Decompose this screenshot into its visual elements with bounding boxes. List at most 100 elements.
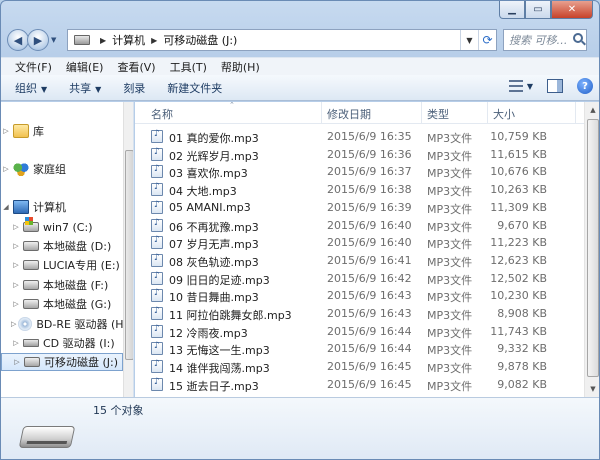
expand-arrow-icon[interactable]: ▷ — [11, 281, 21, 289]
mp3-file-icon — [151, 341, 163, 356]
table-row[interactable]: 12 冷雨夜.mp3 2015/6/9 16:44 MP3文件 11,743 KB — [135, 323, 575, 341]
nav-item-computer[interactable]: ◢ 计算机 — [1, 198, 123, 216]
drive-icon — [74, 35, 90, 45]
file-name: 02 光辉岁月.mp3 — [169, 149, 259, 163]
expand-arrow-icon[interactable]: ▷ — [11, 300, 21, 308]
table-row[interactable]: 11 阿拉伯跳舞女郎.mp3 2015/6/9 16:43 MP3文件 8,908 K… — [135, 305, 575, 323]
column-divider[interactable] — [575, 102, 576, 124]
table-row[interactable]: 04 大地.mp3 2015/6/9 16:38 MP3文件 10,263 KB — [135, 181, 575, 199]
column-header-date[interactable]: 修改日期 — [327, 106, 371, 122]
nav-item-drive-d[interactable]: ▷ 本地磁盘 (D:) — [1, 237, 123, 255]
file-size: 11,615 KB — [490, 147, 547, 161]
file-name: 10 昔日舞曲.mp3 — [169, 291, 259, 305]
mp3-file-icon — [151, 253, 163, 267]
scroll-down-icon[interactable]: ▼ — [585, 381, 599, 397]
table-row[interactable]: 05 AMANI.mp3 2015/6/9 16:39 MP3文件 11,309 KB — [135, 199, 575, 217]
nav-item-drive-c[interactable]: ▷ win7 (C:) — [1, 217, 123, 236]
nav-item-drive-j[interactable]: ▷ 可移动磁盘 (J:) — [1, 353, 123, 371]
column-header-size[interactable]: 大小 — [493, 106, 515, 122]
nav-item-library[interactable]: ▷ 库 — [1, 122, 123, 140]
organize-button[interactable]: 组织 ▼ — [15, 80, 47, 96]
expand-arrow-icon[interactable]: ▷ — [12, 358, 22, 366]
nav-item-drive-e[interactable]: ▷ LUCIA专用 (E:) — [1, 256, 123, 274]
nav-item-drive-g[interactable]: ▷ 本地磁盘 (G:) — [1, 295, 123, 313]
nav-item-drive-i[interactable]: ▷ CD 驱动器 (I:) — [1, 334, 123, 352]
file-list-scrollbar[interactable]: ▲ ▼ — [584, 102, 599, 397]
file-size: 10,263 KB — [490, 183, 547, 197]
file-date: 2015/6/9 16:40 — [327, 218, 412, 232]
usb-drive-icon — [24, 357, 40, 367]
menu-view[interactable]: 查看(V) — [117, 59, 155, 75]
burn-button[interactable]: 刻录 — [123, 80, 145, 96]
file-name: 07 岁月无声.mp3 — [169, 238, 259, 252]
nav-scroll-thumb[interactable] — [125, 150, 133, 360]
drive-icon — [23, 260, 39, 270]
table-row[interactable]: 15 逝去日子.mp3 2015/6/9 16:45 MP3文件 9,082 KB — [135, 376, 575, 394]
column-header-name[interactable]: 名称 — [151, 106, 173, 122]
table-row[interactable]: 06 不再犹豫.mp3 2015/6/9 16:40 MP3文件 9,670 KB — [135, 217, 575, 235]
menu-file[interactable]: 文件(F) — [15, 59, 52, 75]
table-row[interactable]: 02 光辉岁月.mp3 2015/6/9 16:36 MP3文件 11,615 KB — [135, 146, 575, 164]
view-list-icon[interactable] — [508, 80, 523, 92]
mp3-file-icon — [151, 235, 163, 250]
collapse-arrow-icon[interactable]: ◢ — [1, 203, 11, 211]
file-date: 2015/6/9 16:37 — [327, 165, 412, 179]
menu-help[interactable]: 帮助(H) — [221, 59, 260, 75]
back-button[interactable]: ◀ — [7, 29, 29, 51]
expand-arrow-icon[interactable]: ▷ — [11, 223, 21, 231]
library-icon — [13, 124, 29, 138]
file-list: ⌃ 名称 修改日期 类型 大小 01 真的爱你.mp3 2015/6/9 16:3… — [135, 102, 599, 397]
close-button[interactable]: ✕ — [551, 1, 593, 19]
address-tail: ▼ ⟳ — [460, 30, 496, 50]
breadcrumb-computer[interactable]: 计算机 — [112, 32, 145, 48]
table-row[interactable]: 14 谁伴我闯荡.mp3 2015/6/9 16:45 MP3文件 9,878 KB — [135, 358, 575, 376]
new-folder-button[interactable]: 新建文件夹 — [167, 80, 222, 96]
table-row[interactable]: 09 旧日的足迹.mp3 2015/6/9 16:42 MP3文件 12,502 KB — [135, 270, 575, 288]
nav-item-drive-h[interactable]: ▷ BD-RE 驱动器 (H:) — [1, 315, 132, 333]
nav-item-drive-f[interactable]: ▷ 本地磁盘 (F:) — [1, 276, 123, 294]
column-divider[interactable] — [421, 102, 422, 124]
nav-item-homegroup[interactable]: ▷ 家庭组 — [1, 160, 123, 178]
file-type: MP3文件 — [427, 326, 473, 340]
view-dropdown-icon[interactable]: ▼ — [527, 82, 533, 91]
table-row[interactable]: 10 昔日舞曲.mp3 2015/6/9 16:43 MP3文件 10,230 KB — [135, 287, 575, 305]
table-row[interactable]: 13 无悔这一生.mp3 2015/6/9 16:44 MP3文件 9,332 KB — [135, 340, 575, 358]
breadcrumb-separator-icon[interactable]: ▶ — [151, 36, 157, 45]
maximize-button[interactable]: ▭ — [525, 1, 551, 19]
nav-scrollbar[interactable] — [123, 102, 133, 397]
file-list-scroll-thumb[interactable] — [587, 119, 599, 377]
table-row[interactable]: 01 真的爱你.mp3 2015/6/9 16:35 MP3文件 10,759 KB — [135, 128, 575, 146]
search-input[interactable]: 搜索 可移… — [503, 29, 587, 51]
column-divider[interactable] — [321, 102, 322, 124]
breadcrumb-separator-icon[interactable]: ▶ — [100, 36, 106, 45]
column-divider[interactable] — [487, 102, 488, 124]
menu-tools[interactable]: 工具(T) — [170, 59, 207, 75]
table-row[interactable]: 08 灰色轨迹.mp3 2015/6/9 16:41 MP3文件 12,623 KB — [135, 252, 575, 270]
expand-arrow-icon[interactable]: ▷ — [1, 127, 11, 135]
share-button[interactable]: 共享 ▼ — [69, 80, 101, 96]
expand-arrow-icon[interactable]: ▷ — [11, 242, 21, 250]
column-header-type[interactable]: 类型 — [427, 106, 449, 122]
expand-arrow-icon[interactable]: ▷ — [1, 165, 11, 173]
expand-arrow-icon[interactable]: ▷ — [11, 261, 21, 269]
table-row[interactable]: 07 岁月无声.mp3 2015/6/9 16:40 MP3文件 11,223 KB — [135, 234, 575, 252]
address-bar[interactable]: ▶ 计算机 ▶ 可移动磁盘 (J:) ▼ ⟳ — [67, 29, 497, 51]
nav-label: 家庭组 — [33, 163, 66, 176]
search-icon[interactable] — [573, 33, 583, 43]
minimize-button[interactable]: ▁ — [499, 1, 525, 19]
forward-button[interactable]: ▶ — [27, 29, 49, 51]
address-dropdown-icon[interactable]: ▼ — [460, 30, 478, 50]
share-label: 共享 — [69, 81, 92, 95]
scroll-up-icon[interactable]: ▲ — [585, 102, 599, 118]
breadcrumb-removable-disk[interactable]: 可移动磁盘 (J:) — [163, 32, 237, 48]
menu-edit[interactable]: 编辑(E) — [66, 59, 104, 75]
file-type: MP3文件 — [427, 255, 473, 269]
mp3-file-icon — [151, 271, 163, 285]
expand-arrow-icon[interactable]: ▷ — [11, 320, 16, 328]
preview-pane-icon[interactable] — [547, 79, 563, 93]
help-icon[interactable]: ? — [577, 78, 593, 94]
expand-arrow-icon[interactable]: ▷ — [11, 339, 21, 347]
refresh-icon[interactable]: ⟳ — [478, 30, 496, 50]
recent-pages-dropdown[interactable]: ▼ — [51, 36, 61, 44]
table-row[interactable]: 03 喜欢你.mp3 2015/6/9 16:37 MP3文件 10,676 KB — [135, 163, 575, 181]
